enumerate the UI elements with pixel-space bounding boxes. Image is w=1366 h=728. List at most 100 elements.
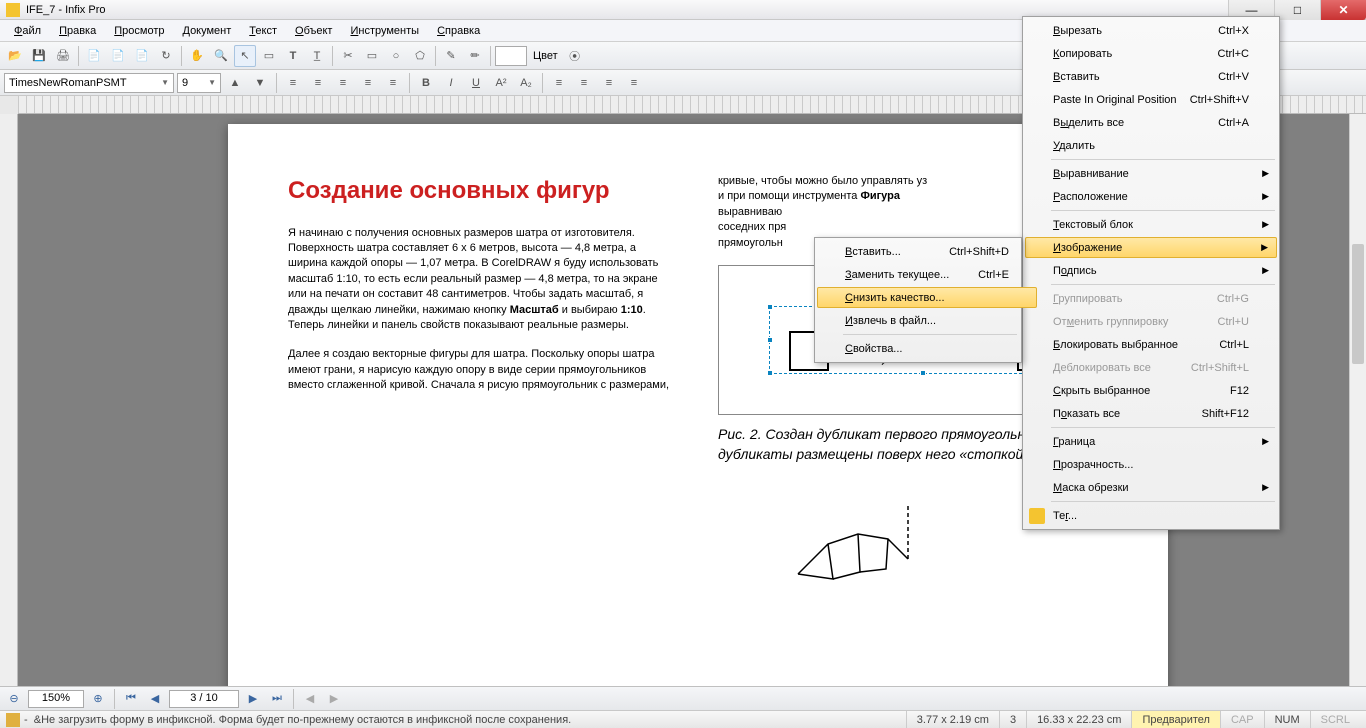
prev-page-button[interactable]: ◀ [145, 689, 165, 709]
menu-item[interactable]: Выделить всеCtrl+A [1025, 111, 1277, 134]
copy-page-icon[interactable]: 📄 [107, 45, 129, 67]
pen-tool-icon[interactable]: ✎ [440, 45, 462, 67]
menu-item: Деблокировать всеCtrl+Shift+L [1025, 356, 1277, 379]
rotate-icon[interactable]: ↻ [155, 45, 177, 67]
vertical-scrollbar[interactable] [1349, 114, 1366, 686]
eyedropper-icon[interactable]: ⦿ [564, 45, 586, 67]
menu-item[interactable]: Блокировать выбранноеCtrl+L [1025, 333, 1277, 356]
first-page-button[interactable]: ⏮ [121, 689, 141, 709]
menu-item[interactable]: КопироватьCtrl+C [1025, 42, 1277, 65]
status-page-dims: 16.33 x 22.23 cm [1026, 711, 1131, 728]
align-left-icon[interactable]: ≡ [282, 72, 304, 94]
align-justify-icon[interactable]: ≡ [357, 72, 379, 94]
text-tool-icon[interactable]: T [282, 45, 304, 67]
menu-item[interactable]: ВырезатьCtrl+X [1025, 19, 1277, 42]
menu-объект[interactable]: Объект [287, 23, 340, 39]
menu-item[interactable]: Текстовый блок▶ [1025, 213, 1277, 236]
menu-item[interactable]: Снизить качество... [817, 287, 1037, 308]
tag-icon [1029, 508, 1045, 524]
open-icon[interactable]: 📂 [4, 45, 26, 67]
print-icon[interactable]: 🖨 [52, 45, 74, 67]
select-tool-icon[interactable]: ↖ [234, 45, 256, 67]
object-tool-icon[interactable]: ▭ [258, 45, 280, 67]
menu-item[interactable]: Удалить [1025, 134, 1277, 157]
menu-item[interactable]: Подпись▶ [1025, 259, 1277, 282]
menu-item[interactable]: Извлечь в файл... [817, 309, 1037, 332]
menu-item[interactable]: Paste In Original PositionCtrl+Shift+V [1025, 88, 1277, 111]
back-button[interactable]: ◀ [300, 689, 320, 709]
lock-icon [6, 713, 20, 727]
status-cap: CAP [1220, 711, 1264, 728]
underline-icon[interactable]: U [465, 72, 487, 94]
menu-просмотр[interactable]: Просмотр [106, 23, 172, 39]
body-text: Далее я создаю векторные фигуры для шатр… [288, 347, 678, 393]
zoom-in-button[interactable]: ⊕ [88, 689, 108, 709]
close-button[interactable]: ✕ [1320, 0, 1366, 20]
italic-icon[interactable]: I [440, 72, 462, 94]
menu-item[interactable]: Маска обрезки▶ [1025, 476, 1277, 499]
zoom-tool-icon[interactable]: 🔍 [210, 45, 232, 67]
subscript-icon[interactable]: A₂ [515, 72, 537, 94]
status-page: 3 [999, 711, 1026, 728]
menu-item[interactable]: Показать всеShift+F12 [1025, 402, 1277, 425]
menu-файл[interactable]: Файл [6, 23, 49, 39]
zoom-out-button[interactable]: ⊖ [4, 689, 24, 709]
crop-tool-icon[interactable]: ✂ [337, 45, 359, 67]
next-page-button[interactable]: ▶ [243, 689, 263, 709]
menu-документ[interactable]: Документ [174, 23, 239, 39]
last-page-button[interactable]: ⏭ [267, 689, 287, 709]
maximize-button[interactable]: □ [1274, 0, 1320, 20]
forward-button[interactable]: ▶ [324, 689, 344, 709]
menu-item[interactable]: Скрыть выбранноеF12 [1025, 379, 1277, 402]
ruler-vertical[interactable] [0, 114, 18, 686]
align-center-icon[interactable]: ≡ [307, 72, 329, 94]
menu-текст[interactable]: Текст [241, 23, 285, 39]
align-right-icon[interactable]: ≡ [332, 72, 354, 94]
rect-tool-icon[interactable]: ▭ [361, 45, 383, 67]
hand-tool-icon[interactable]: ✋ [186, 45, 208, 67]
bold-icon[interactable]: B [415, 72, 437, 94]
menu-item[interactable]: Заменить текущее...Ctrl+E [817, 263, 1037, 286]
menu-item[interactable]: Свойства... [817, 337, 1037, 360]
status-warning: Предварител [1131, 711, 1220, 728]
highlight-tool-icon[interactable]: ✏ [464, 45, 486, 67]
zoom-field[interactable]: 150% [28, 690, 84, 708]
link-tool-icon[interactable]: T̲ [306, 45, 328, 67]
menu-item[interactable]: Выравнивание▶ [1025, 162, 1277, 185]
menu-item[interactable]: Вставить...Ctrl+Shift+D [817, 240, 1037, 263]
delete-page-icon[interactable]: 📄 [131, 45, 153, 67]
font-family-combo[interactable]: TimesNewRomanPSMT▼ [4, 73, 174, 93]
menu-item[interactable]: Изображение▶ [1025, 237, 1277, 258]
app-icon [6, 3, 20, 17]
status-scrl: SCRL [1310, 711, 1360, 728]
column-left: Создание основных фигур Я начинаю с полу… [288, 174, 678, 686]
menu-item[interactable]: Расположение▶ [1025, 185, 1277, 208]
save-icon[interactable]: 💾 [28, 45, 50, 67]
menu-item[interactable]: Тег... [1025, 504, 1277, 527]
spacing2-icon[interactable]: ≡ [573, 72, 595, 94]
spacing3-icon[interactable]: ≡ [598, 72, 620, 94]
ellipse-tool-icon[interactable]: ○ [385, 45, 407, 67]
menu-справка[interactable]: Справка [429, 23, 488, 39]
menu-item[interactable]: Прозрачность... [1025, 453, 1277, 476]
size-up-icon[interactable]: ▲ [224, 72, 246, 94]
context-menu-image: Вставить...Ctrl+Shift+DЗаменить текущее.… [814, 237, 1022, 363]
polygon-tool-icon[interactable]: ⬠ [409, 45, 431, 67]
spacing4-icon[interactable]: ≡ [623, 72, 645, 94]
menu-item[interactable]: ВставитьCtrl+V [1025, 65, 1277, 88]
menu-инструменты[interactable]: Инструменты [342, 23, 427, 39]
size-down-icon[interactable]: ▼ [249, 72, 271, 94]
window-title: IFE_7 - Infix Pro [26, 4, 105, 16]
scrollbar-thumb[interactable] [1352, 244, 1364, 364]
new-page-icon[interactable]: 📄 [83, 45, 105, 67]
font-size-combo[interactable]: 9▼ [177, 73, 221, 93]
spacing1-icon[interactable]: ≡ [548, 72, 570, 94]
status-selection-size: 3.77 x 2.19 cm [906, 711, 999, 728]
page-heading: Создание основных фигур [288, 174, 678, 208]
menu-правка[interactable]: Правка [51, 23, 104, 39]
align-full-icon[interactable]: ≡ [382, 72, 404, 94]
color-swatch[interactable] [495, 46, 527, 66]
superscript-icon[interactable]: A² [490, 72, 512, 94]
page-field[interactable]: 3 / 10 [169, 690, 239, 708]
menu-item[interactable]: Граница▶ [1025, 430, 1277, 453]
